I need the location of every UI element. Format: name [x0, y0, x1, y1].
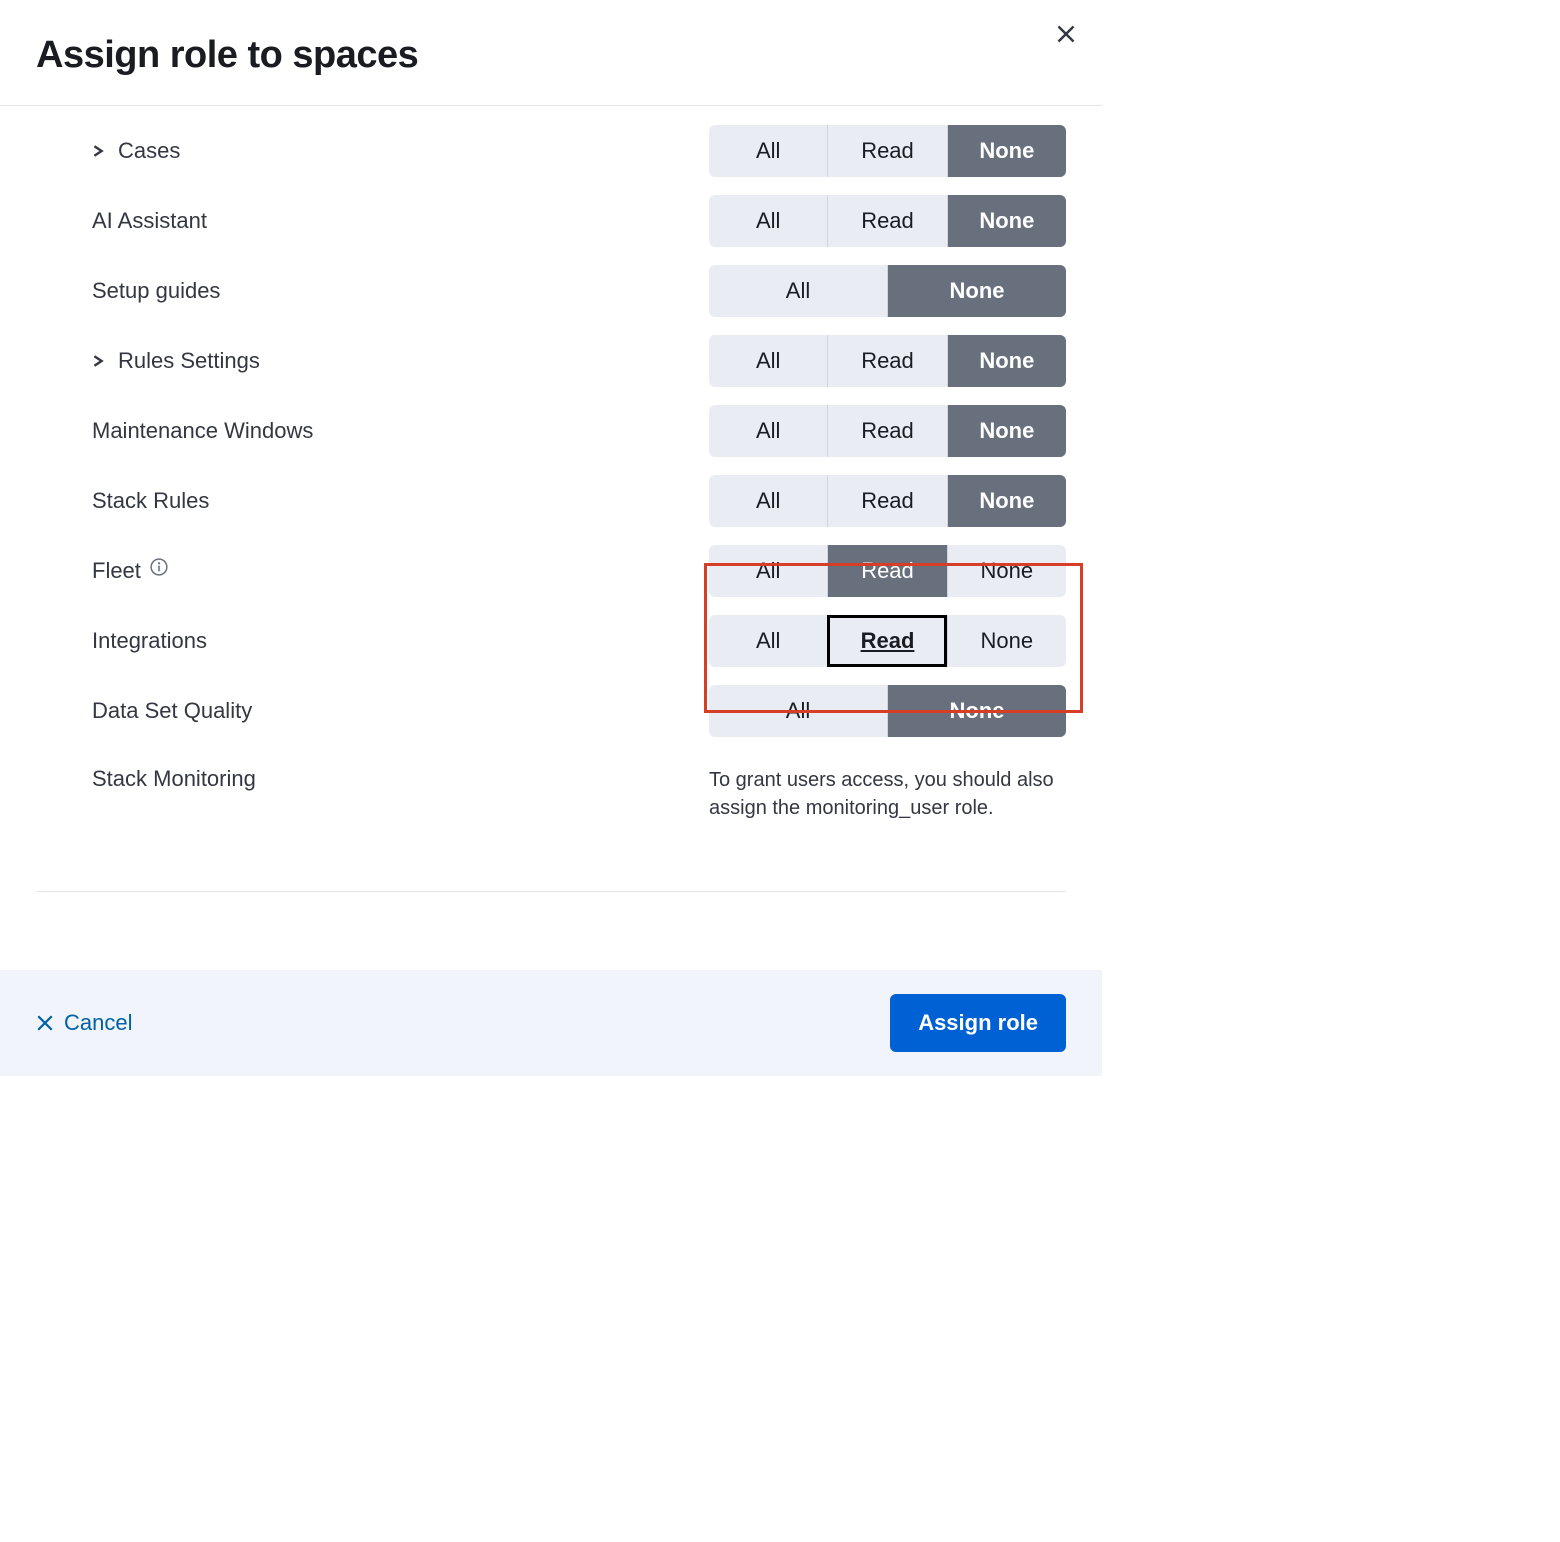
close-icon: [36, 1014, 54, 1032]
toggle-none[interactable]: None: [947, 475, 1066, 527]
feature-row-stack-rules: Stack Rules All Read None: [36, 466, 1066, 536]
toggle-read[interactable]: Read: [827, 545, 946, 597]
toggle-none[interactable]: None: [947, 195, 1066, 247]
toggle-all[interactable]: All: [709, 125, 827, 177]
feature-row-rules-settings: Rules Settings All Read None: [36, 326, 1066, 396]
toggle-group-data-set-quality: All None: [709, 685, 1066, 737]
feature-label: Setup guides: [92, 278, 220, 304]
toggle-all[interactable]: All: [709, 265, 887, 317]
toggle-all[interactable]: All: [709, 615, 827, 667]
toggle-none[interactable]: None: [887, 265, 1066, 317]
feature-row-setup-guides: Setup guides All None: [36, 256, 1066, 326]
toggle-all[interactable]: All: [709, 335, 827, 387]
assign-role-button[interactable]: Assign role: [890, 994, 1066, 1052]
feature-label: Integrations: [92, 628, 207, 654]
feature-label: Data Set Quality: [92, 698, 252, 724]
toggle-none[interactable]: None: [947, 405, 1066, 457]
toggle-none[interactable]: None: [947, 615, 1066, 667]
toggle-none[interactable]: None: [947, 545, 1066, 597]
close-icon: [1056, 24, 1076, 44]
feature-label: Fleet: [92, 558, 141, 584]
close-button[interactable]: [1052, 20, 1080, 48]
feature-label: AI Assistant: [92, 208, 207, 234]
toggle-group-cases: All Read None: [709, 125, 1066, 177]
feature-row-integrations: Integrations All Read None: [36, 606, 1066, 676]
feature-row-ai-assistant: AI Assistant All Read None: [36, 186, 1066, 256]
feature-row-cases: Cases All Read None: [36, 116, 1066, 186]
modal-body: Cases All Read None AI Assistant All Rea…: [0, 106, 1102, 861]
feature-row-maintenance-windows: Maintenance Windows All Read None: [36, 396, 1066, 466]
toggle-group-rules-settings: All Read None: [709, 335, 1066, 387]
toggle-all[interactable]: All: [709, 545, 827, 597]
toggle-all[interactable]: All: [709, 685, 887, 737]
feature-label: Stack Monitoring: [92, 766, 256, 792]
feature-label: Maintenance Windows: [92, 418, 313, 444]
toggle-read[interactable]: Read: [827, 195, 946, 247]
cancel-button[interactable]: Cancel: [36, 1010, 132, 1036]
toggle-none[interactable]: None: [947, 335, 1066, 387]
assign-role-modal: Assign role to spaces Cases All Read Non…: [0, 0, 1102, 1076]
chevron-right-icon[interactable]: [86, 139, 110, 163]
toggle-group-ai-assistant: All Read None: [709, 195, 1066, 247]
modal-header: Assign role to spaces: [0, 0, 1102, 106]
modal-title: Assign role to spaces: [36, 34, 1066, 77]
feature-row-stack-monitoring: Stack Monitoring To grant users access, …: [36, 746, 1066, 831]
toggle-group-maintenance-windows: All Read None: [709, 405, 1066, 457]
feature-help-text: To grant users access, you should also a…: [709, 766, 1066, 822]
feature-label: Cases: [118, 138, 180, 164]
chevron-right-icon[interactable]: [86, 349, 110, 373]
toggle-read[interactable]: Read: [827, 125, 946, 177]
feature-row-data-set-quality: Data Set Quality All None: [36, 676, 1066, 746]
toggle-none[interactable]: None: [947, 125, 1066, 177]
toggle-group-stack-rules: All Read None: [709, 475, 1066, 527]
toggle-read[interactable]: Read: [827, 335, 946, 387]
toggle-group-fleet: All Read None: [709, 545, 1066, 597]
feature-label: Rules Settings: [118, 348, 260, 374]
toggle-group-integrations: All Read None: [709, 615, 1066, 667]
feature-row-fleet: Fleet All Read None: [36, 536, 1066, 606]
toggle-all[interactable]: All: [709, 195, 827, 247]
modal-footer: Cancel Assign role: [0, 970, 1102, 1076]
toggle-all[interactable]: All: [709, 475, 827, 527]
toggle-read[interactable]: Read: [827, 405, 946, 457]
divider: [36, 891, 1066, 892]
feature-label: Stack Rules: [92, 488, 209, 514]
toggle-group-setup-guides: All None: [709, 265, 1066, 317]
toggle-all[interactable]: All: [709, 405, 827, 457]
toggle-read[interactable]: Read: [827, 475, 946, 527]
info-icon[interactable]: [149, 557, 169, 577]
toggle-read[interactable]: Read: [827, 615, 946, 667]
toggle-none[interactable]: None: [887, 685, 1066, 737]
